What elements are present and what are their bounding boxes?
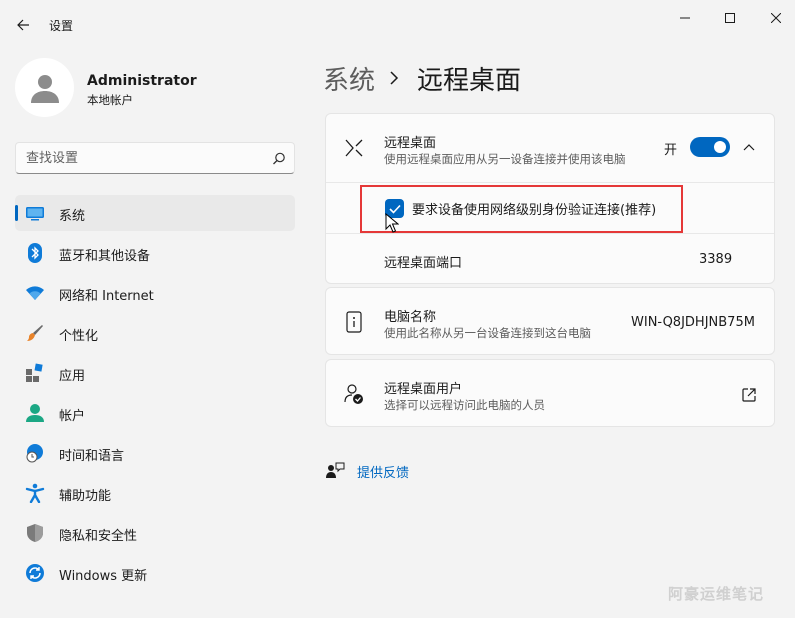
- system-display-icon: [25, 203, 45, 223]
- breadcrumb: 系统 远程桌面: [323, 58, 521, 98]
- sidebar-item-windows-update[interactable]: Windows 更新: [15, 555, 295, 591]
- user-check-icon: [343, 383, 365, 405]
- sidebar-item-network[interactable]: 网络和 Internet: [15, 275, 295, 311]
- watermark: 阿豪运维笔记: [668, 585, 765, 603]
- app-title: 设置: [49, 19, 74, 33]
- sidebar-item-accessibility[interactable]: 辅助功能: [15, 475, 295, 511]
- shield-icon: [25, 523, 45, 543]
- breadcrumb-parent[interactable]: 系统: [323, 60, 375, 97]
- remote-desktop-toggle[interactable]: [690, 137, 730, 157]
- port-label: 远程桌面端口: [384, 256, 463, 271]
- title-bar: 设置: [0, 0, 795, 48]
- apps-icon: [25, 363, 45, 383]
- arrow-left-icon: [17, 19, 29, 31]
- bluetooth-icon: [25, 243, 45, 263]
- globe-clock-icon: [25, 443, 45, 463]
- account-type: 本地帐户: [87, 93, 133, 107]
- accessibility-icon: [25, 483, 45, 503]
- sidebar-item-time-language[interactable]: 时间和语言: [15, 435, 295, 471]
- remote-users-card[interactable]: 远程桌面用户 选择可以远程访问此电脑的人员: [325, 359, 775, 427]
- sidebar-item-label: 辅助功能: [59, 489, 112, 504]
- pc-name-value: WIN-Q8JDHJNB75M: [631, 315, 755, 330]
- remote-desktop-icon: [343, 137, 365, 159]
- minimize-button[interactable]: [662, 6, 708, 30]
- sidebar-item-apps[interactable]: 应用: [15, 355, 295, 391]
- port-value: 3389: [699, 252, 733, 267]
- pc-name-subtitle: 使用此名称从另一台设备连接到这台电脑: [384, 326, 591, 340]
- sidebar-item-accounts[interactable]: 帐户: [15, 395, 295, 431]
- maximize-button[interactable]: [707, 6, 753, 30]
- pc-name-title: 电脑名称: [384, 310, 437, 325]
- remote-desktop-subtitle: 使用远程桌面应用从另一设备连接并使用该电脑: [384, 152, 626, 166]
- feedback-row[interactable]: 提供反馈: [325, 460, 409, 482]
- sidebar-item-label: 系统: [59, 209, 86, 224]
- sidebar-item-label: 蓝牙和其他设备: [59, 249, 151, 264]
- minimize-icon: [680, 17, 690, 19]
- user-avatar-icon: [30, 74, 59, 103]
- divider: [326, 233, 774, 234]
- toggle-knob: [714, 141, 726, 153]
- user-name: Administrator: [87, 73, 197, 89]
- remote-users-subtitle: 选择可以远程访问此电脑的人员: [384, 398, 545, 412]
- highlight-annotation: [360, 185, 683, 233]
- page-title: 远程桌面: [417, 65, 522, 96]
- divider: [326, 182, 774, 183]
- pc-name-card: 电脑名称 使用此名称从另一台设备连接到这台电脑 WIN-Q8JDHJNB75M: [325, 287, 775, 355]
- sidebar-item-label: 时间和语言: [59, 449, 125, 464]
- feedback-icon: [326, 462, 345, 478]
- mouse-cursor-icon: [385, 213, 399, 233]
- external-link-icon[interactable]: [741, 387, 757, 403]
- sidebar-nav: 系统 蓝牙和其他设备 网络和 Internet 个性化 应用 帐户 时间和语言 …: [15, 195, 295, 595]
- feedback-link[interactable]: 提供反馈: [357, 462, 409, 481]
- pc-info-icon: [343, 311, 365, 333]
- sidebar-item-label: 个性化: [59, 329, 99, 344]
- search-input[interactable]: [26, 149, 261, 168]
- sidebar-item-system[interactable]: 系统: [15, 195, 295, 231]
- avatar: [15, 58, 74, 117]
- sidebar-item-label: 帐户: [59, 409, 86, 424]
- sidebar-item-personalization[interactable]: 个性化: [15, 315, 295, 351]
- remote-users-title: 远程桌面用户: [384, 382, 463, 397]
- user-profile[interactable]: Administrator 本地帐户: [15, 58, 295, 118]
- back-button[interactable]: [10, 12, 36, 38]
- sidebar-item-privacy[interactable]: 隐私和安全性: [15, 515, 295, 551]
- wifi-icon: [25, 283, 45, 303]
- sidebar-item-bluetooth[interactable]: 蓝牙和其他设备: [15, 235, 295, 271]
- close-icon: [771, 13, 781, 23]
- toggle-state-label: 开: [664, 143, 678, 158]
- search-icon[interactable]: [271, 151, 287, 167]
- chevron-up-icon[interactable]: [741, 139, 757, 155]
- remote-desktop-title: 远程桌面: [384, 136, 437, 151]
- maximize-icon: [725, 13, 735, 23]
- sidebar-item-label: 网络和 Internet: [59, 289, 154, 304]
- update-icon: [25, 563, 45, 583]
- sidebar-item-label: 应用: [59, 369, 86, 384]
- chevron-right-icon: [389, 71, 403, 85]
- account-icon: [25, 403, 45, 423]
- search-box: [15, 142, 295, 174]
- sidebar-item-label: Windows 更新: [59, 569, 148, 584]
- sidebar-item-label: 隐私和安全性: [59, 529, 138, 544]
- brush-icon: [25, 323, 45, 343]
- close-button[interactable]: [753, 6, 795, 30]
